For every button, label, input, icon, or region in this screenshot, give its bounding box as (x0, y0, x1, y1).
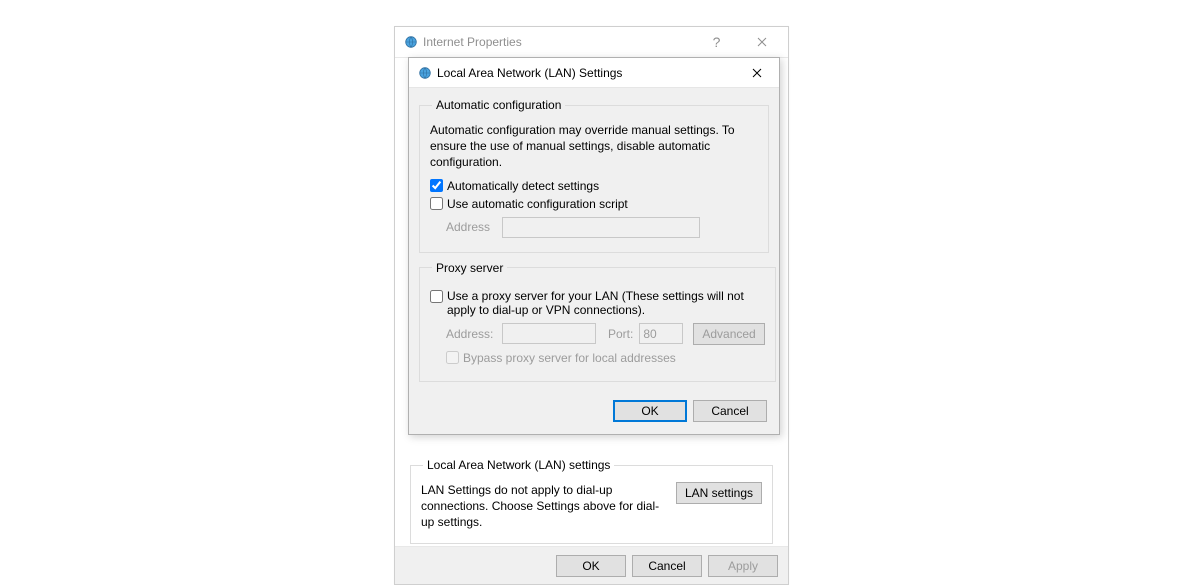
auto-config-description: Automatic configuration may override man… (430, 122, 758, 171)
child-titlebar: Local Area Network (LAN) Settings (409, 58, 779, 88)
parent-titlebar: Internet Properties ? (395, 27, 788, 58)
proxy-port-label: Port: (608, 327, 633, 341)
lan-settings-button[interactable]: LAN settings (676, 482, 762, 504)
auto-detect-row[interactable]: Automatically detect settings (430, 179, 758, 193)
parent-title: Internet Properties (423, 35, 694, 49)
auto-detect-label: Automatically detect settings (447, 179, 599, 193)
proxy-address-label: Address: (446, 327, 496, 341)
parent-ok-button[interactable]: OK (556, 555, 626, 577)
lan-settings-group: Local Area Network (LAN) settings LAN Se… (410, 458, 773, 544)
parent-close-button[interactable] (739, 28, 784, 56)
use-script-label: Use automatic configuration script (447, 197, 628, 211)
bypass-checkbox (446, 351, 459, 364)
proxy-advanced-button: Advanced (693, 323, 764, 345)
parent-cancel-button[interactable]: Cancel (632, 555, 702, 577)
help-button[interactable]: ? (694, 28, 739, 56)
parent-apply-button[interactable]: Apply (708, 555, 778, 577)
internet-options-icon (403, 34, 419, 50)
proxy-group: Proxy server Use a proxy server for your… (419, 261, 776, 382)
script-address-input (502, 217, 700, 238)
script-address-label: Address (446, 220, 496, 234)
child-ok-button[interactable]: OK (613, 400, 687, 422)
proxy-address-input (502, 323, 596, 344)
use-proxy-row[interactable]: Use a proxy server for your LAN (These s… (430, 289, 765, 317)
child-title: Local Area Network (LAN) Settings (437, 66, 735, 80)
auto-config-group: Automatic configuration Automatic config… (419, 98, 769, 253)
use-proxy-label: Use a proxy server for your LAN (These s… (447, 289, 765, 317)
lan-section: Local Area Network (LAN) settings LAN Se… (410, 458, 773, 544)
bypass-label: Bypass proxy server for local addresses (463, 351, 676, 365)
bypass-row: Bypass proxy server for local addresses (446, 351, 765, 365)
child-cancel-button[interactable]: Cancel (693, 400, 767, 422)
proxy-port-input (639, 323, 683, 344)
child-button-row: OK Cancel (419, 390, 769, 424)
lan-settings-icon (417, 65, 433, 81)
lan-settings-dialog: Local Area Network (LAN) Settings Automa… (408, 57, 780, 435)
lan-settings-legend: Local Area Network (LAN) settings (423, 458, 614, 472)
use-script-checkbox[interactable] (430, 197, 443, 210)
child-body: Automatic configuration Automatic config… (409, 88, 779, 434)
lan-settings-description: LAN Settings do not apply to dial-up con… (421, 482, 666, 531)
auto-config-legend: Automatic configuration (432, 98, 565, 112)
use-script-row[interactable]: Use automatic configuration script (430, 197, 758, 211)
auto-detect-checkbox[interactable] (430, 179, 443, 192)
proxy-address-row: Address: Port: Advanced (446, 323, 765, 345)
parent-footer: OK Cancel Apply (395, 546, 788, 584)
use-proxy-checkbox[interactable] (430, 290, 443, 303)
script-address-row: Address (446, 217, 758, 238)
proxy-legend: Proxy server (432, 261, 507, 275)
child-close-button[interactable] (735, 58, 779, 87)
